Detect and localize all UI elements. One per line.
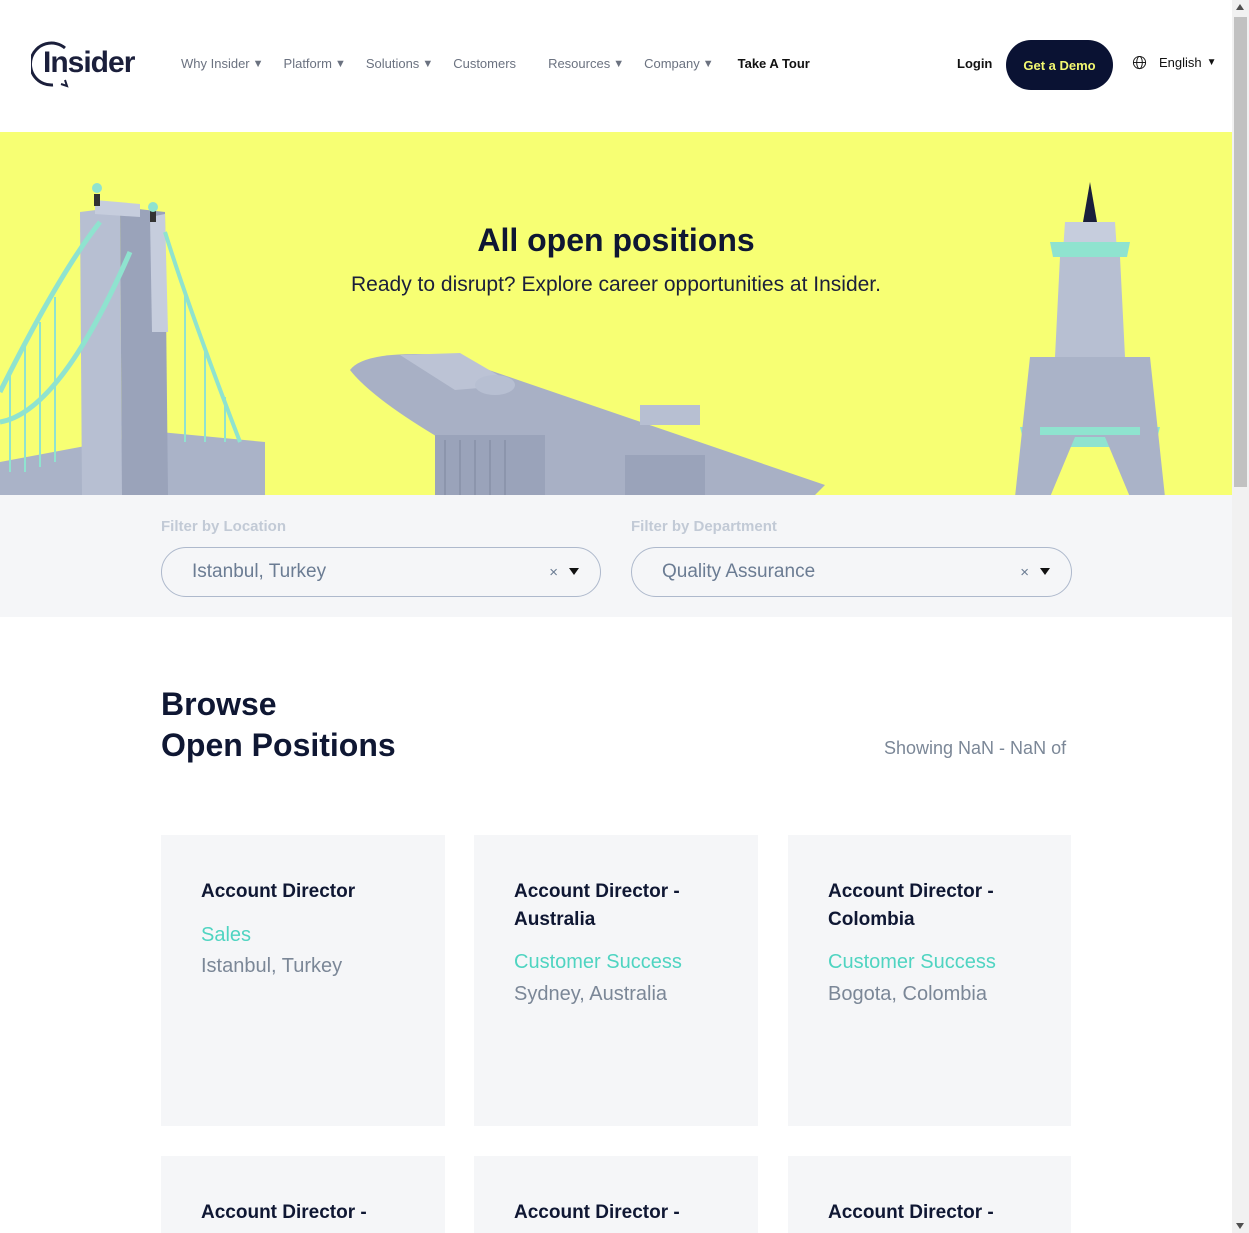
- main-nav: Why Insider ▼ Platform ▼ Solutions ▼ Custom…: [181, 56, 830, 71]
- globe-icon: [1132, 55, 1147, 70]
- position-location: Bogota, Colombia: [828, 983, 987, 1005]
- language-selector[interactable]: English ▼: [1132, 55, 1217, 70]
- nav-label: Company: [644, 56, 700, 71]
- nav-label: Customers: [453, 56, 517, 71]
- caret-down-icon: ▼: [252, 57, 264, 70]
- bridge-illustration: [0, 183, 265, 495]
- nav-label: Take A Tour: [737, 56, 810, 71]
- nav-why-insider[interactable]: Why Insider ▼: [181, 56, 264, 71]
- scroll-up-icon[interactable]: [1236, 4, 1244, 10]
- position-title: Account Director: [201, 881, 356, 902]
- nav-label: Why Insider: [181, 56, 250, 71]
- results-count: Showing NaN - NaN of: [884, 738, 1067, 758]
- position-department: Sales: [201, 924, 252, 946]
- position-card[interactable]: Account Director -: [788, 1156, 1071, 1233]
- position-department: Customer Success: [514, 951, 682, 973]
- position-title: Account Director -: [828, 1202, 994, 1223]
- nav-label: Solutions: [365, 56, 420, 71]
- insider-logo[interactable]: Insider: [31, 40, 135, 90]
- position-card[interactable]: Account Director - Australia Customer Su…: [474, 835, 758, 1126]
- dropdown-arrow-icon[interactable]: [569, 568, 579, 575]
- location-filter-label: Filter by Location: [161, 518, 287, 535]
- ship-illustration: [350, 353, 825, 495]
- position-card[interactable]: Account Director Sales Istanbul, Turkey: [161, 835, 445, 1126]
- hero-title: All open positions: [477, 222, 755, 258]
- scroll-down-icon[interactable]: [1236, 1223, 1244, 1229]
- caret-down-icon: ▼: [422, 57, 434, 70]
- caret-down-icon: ▼: [613, 57, 625, 70]
- department-filter-label: Filter by Department: [631, 518, 777, 535]
- filters-bar: Filter by Location Istanbul, Turkey × Fi…: [0, 495, 1232, 617]
- nav-label: Platform: [283, 56, 332, 71]
- position-title: Account Director - Australia: [514, 881, 680, 930]
- department-filter-value: Quality Assurance: [662, 561, 816, 582]
- nav-platform[interactable]: Platform ▼: [284, 56, 346, 71]
- scrollbar-thumb[interactable]: [1234, 17, 1247, 487]
- position-department: Customer Success: [828, 951, 996, 973]
- location-filter-select[interactable]: Istanbul, Turkey ×: [161, 547, 601, 597]
- position-card[interactable]: Account Director - Colombia Customer Suc…: [788, 835, 1071, 1126]
- department-filter-select[interactable]: Quality Assurance ×: [631, 547, 1072, 597]
- position-card[interactable]: Account Director -: [161, 1156, 445, 1233]
- login-link[interactable]: Login: [957, 56, 992, 71]
- caret-down-icon: ▼: [334, 57, 346, 70]
- location-filter-value: Istanbul, Turkey: [192, 561, 327, 582]
- position-title: Account Director -: [201, 1202, 367, 1223]
- hero-subtitle: Ready to disrupt? Explore career opportu…: [351, 273, 881, 296]
- position-location: Sydney, Australia: [514, 983, 668, 1005]
- dropdown-arrow-icon[interactable]: [1040, 568, 1050, 575]
- hero-banner: All open positions Ready to disrupt? Exp…: [0, 132, 1232, 495]
- browse-title-line1: Browse: [161, 686, 277, 722]
- nav-resources[interactable]: Resources ▼: [548, 56, 624, 71]
- get-demo-button[interactable]: Get a Demo: [1006, 40, 1113, 90]
- browse-title: Browse Open Positions: [161, 684, 396, 766]
- position-title: Account Director -: [514, 1202, 680, 1223]
- browse-title-line2: Open Positions: [161, 727, 396, 763]
- site-header: Insider Why Insider ▼ Platform ▼ Solutions…: [0, 0, 1232, 132]
- caret-down-icon: ▼: [1206, 57, 1217, 68]
- nav-company[interactable]: Company ▼: [644, 56, 714, 71]
- nav-take-a-tour[interactable]: Take A Tour: [738, 56, 810, 71]
- nav-customers[interactable]: Customers: [453, 56, 516, 71]
- logo-text: Insider: [43, 46, 135, 79]
- position-title: Account Director - Colombia: [828, 881, 994, 930]
- position-card[interactable]: Account Director -: [474, 1156, 758, 1233]
- position-location: Istanbul, Turkey: [201, 955, 343, 977]
- clear-department-icon[interactable]: ×: [1020, 564, 1029, 581]
- nav-solutions[interactable]: Solutions ▼: [366, 56, 433, 71]
- nav-label: Resources: [548, 56, 611, 71]
- language-label: English: [1159, 55, 1202, 70]
- page-scrollbar[interactable]: [1232, 0, 1249, 1233]
- clear-location-icon[interactable]: ×: [549, 564, 558, 581]
- caret-down-icon: ▼: [702, 57, 714, 70]
